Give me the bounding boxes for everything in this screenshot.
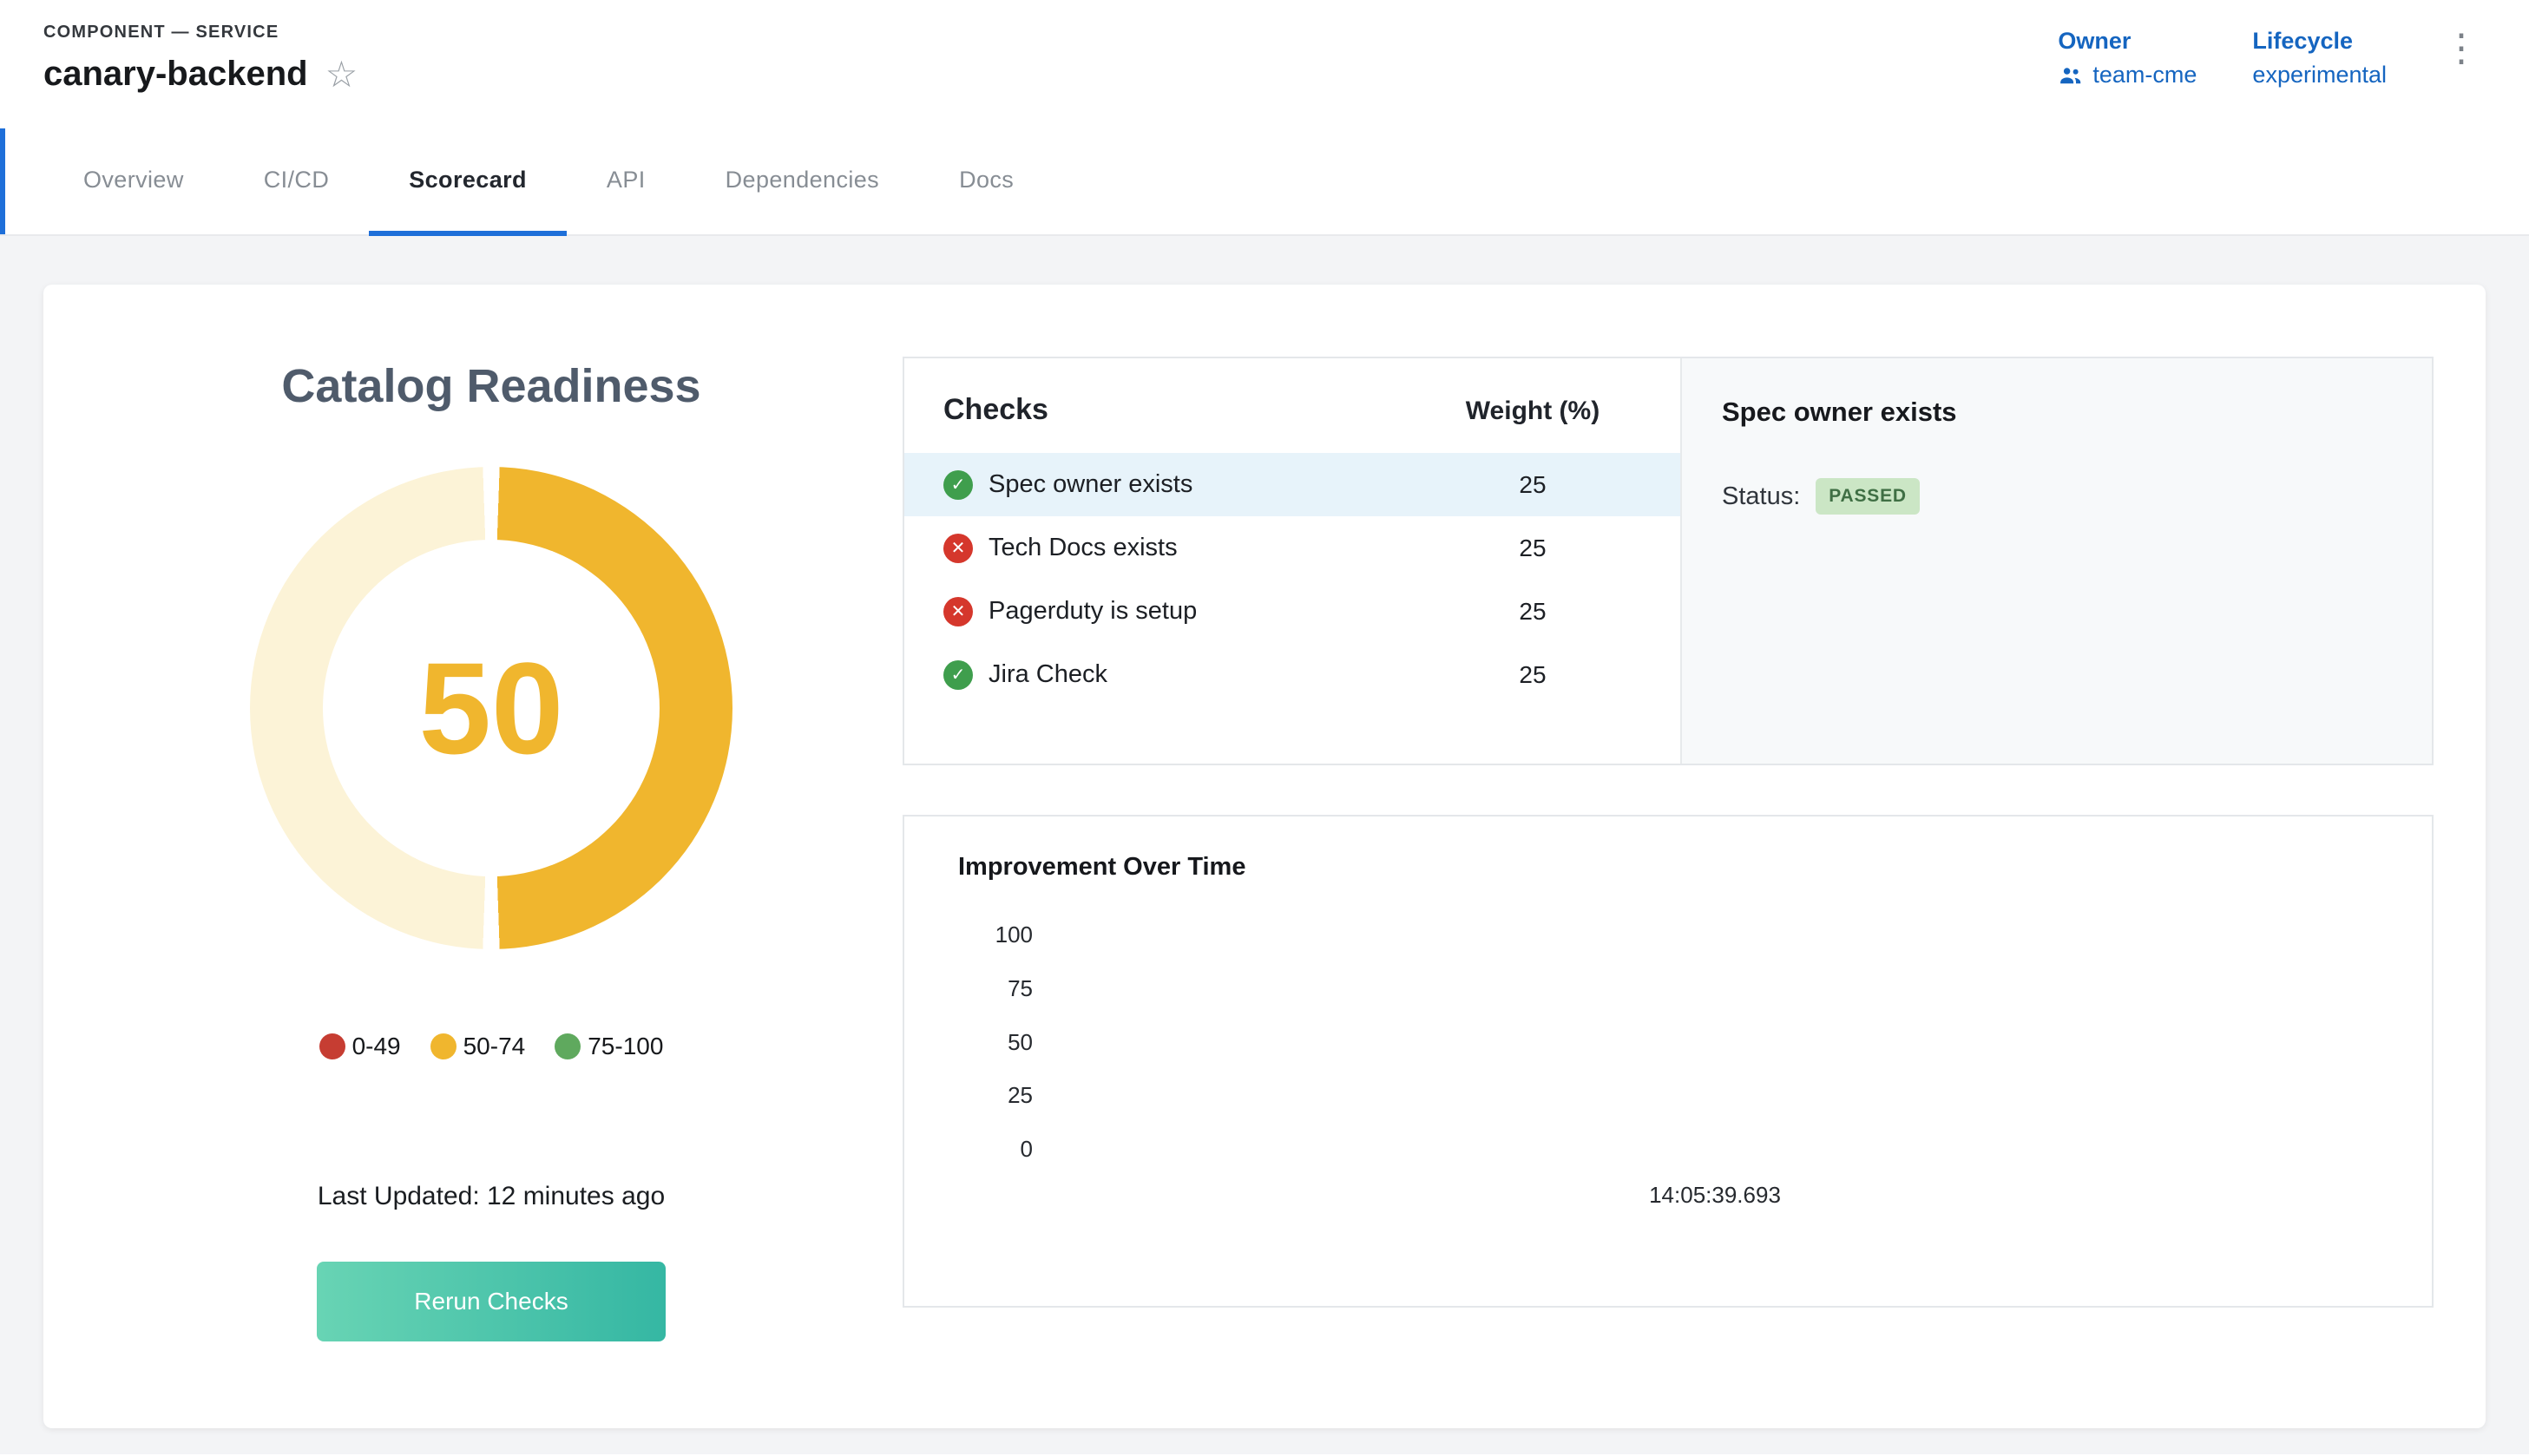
checks-heading: Checks (943, 393, 1429, 427)
x-tick-label: 14:05:39.693 (1649, 1182, 1781, 1208)
legend-item-low: 0-49 (319, 1033, 401, 1060)
y-tick-label: 50 (958, 1029, 1033, 1056)
tab-dependencies[interactable]: Dependencies (686, 128, 919, 236)
check-passed-icon: ✓ (943, 470, 973, 500)
check-label: Pagerduty is setup (989, 597, 1429, 626)
owner-value: team-cme (2092, 62, 2197, 89)
gauge-title: Catalog Readiness (281, 359, 700, 413)
improvement-chart-title: Improvement Over Time (958, 853, 2397, 882)
plot-area (1033, 921, 2397, 1163)
tab-api[interactable]: API (567, 128, 686, 236)
page-title: canary-backend (43, 55, 308, 94)
legend-item-high: 75-100 (555, 1033, 663, 1060)
x-axis: 14:05:39.693 (1033, 1182, 2397, 1209)
legend-label: 50-74 (463, 1033, 526, 1060)
check-detail-pane: Spec owner exists Status: PASSED (1680, 358, 2432, 764)
tab-cicd[interactable]: CI/CD (224, 128, 370, 236)
group-icon (2058, 62, 2084, 89)
check-detail-title: Spec owner exists (1722, 397, 2392, 428)
legend-label: 75-100 (588, 1033, 663, 1060)
owner-label: Owner (2058, 28, 2197, 55)
check-status-row: Status: PASSED (1722, 478, 2392, 515)
score-value: 50 (419, 633, 564, 784)
entity-kind-label: COMPONENT — SERVICE (43, 23, 358, 43)
owner-block: Owner team-cme (2058, 28, 2197, 128)
favorite-star-icon[interactable]: ☆ (325, 56, 358, 93)
check-row-pagerduty[interactable]: ✕ Pagerduty is setup 25 (904, 580, 1680, 643)
scorecard-page: Catalog Readiness 50 0-49 50-74 75-100 (0, 236, 2529, 1454)
legend-dot-green (555, 1033, 581, 1059)
y-tick-label: 75 (958, 975, 1033, 1002)
check-weight: 25 (1429, 471, 1637, 499)
entity-header-right: Owner team-cme Lifecycle experimental ⋮ (2058, 23, 2480, 128)
check-row-jira[interactable]: ✓ Jira Check 25 (904, 643, 1680, 706)
tab-docs[interactable]: Docs (919, 128, 1054, 236)
check-passed-icon: ✓ (943, 660, 973, 690)
last-updated-text: Last Updated: 12 minutes ago (318, 1182, 665, 1211)
legend-label: 0-49 (352, 1033, 401, 1060)
entity-header: COMPONENT — SERVICE canary-backend ☆ Own… (0, 0, 2529, 128)
legend-dot-red (319, 1033, 345, 1059)
status-badge: PASSED (1816, 478, 1920, 515)
checks-section: Checks Weight (%) ✓ Spec owner exists 25… (903, 285, 2486, 1428)
check-failed-icon: ✕ (943, 534, 973, 563)
check-label: Jira Check (989, 660, 1429, 689)
score-donut-chart: 50 (250, 467, 732, 949)
y-tick-label: 100 (958, 921, 1033, 948)
lifecycle-value: experimental (2252, 62, 2387, 89)
lifecycle-block: Lifecycle experimental (2252, 28, 2387, 128)
gauge-section: Catalog Readiness 50 0-49 50-74 75-100 (43, 285, 903, 1428)
check-label: Spec owner exists (989, 470, 1429, 499)
check-failed-icon: ✕ (943, 597, 973, 626)
y-tick-label: 25 (958, 1082, 1033, 1109)
check-weight: 25 (1429, 535, 1637, 562)
checks-panel: Checks Weight (%) ✓ Spec owner exists 25… (903, 357, 2434, 765)
rerun-checks-button[interactable]: Rerun Checks (317, 1262, 666, 1341)
more-options-kebab-icon[interactable]: ⋮ (2442, 30, 2480, 68)
lifecycle-label: Lifecycle (2252, 28, 2387, 55)
scorecard-card: Catalog Readiness 50 0-49 50-74 75-100 (43, 285, 2486, 1428)
check-weight: 25 (1429, 598, 1637, 626)
weight-column-heading: Weight (%) (1429, 397, 1637, 426)
check-weight: 25 (1429, 661, 1637, 689)
status-label: Status: (1722, 482, 1800, 511)
owner-link[interactable]: team-cme (2058, 62, 2197, 89)
checks-header-row: Checks Weight (%) (943, 393, 1637, 427)
tabs-left-accent (0, 128, 5, 234)
tab-overview[interactable]: Overview (43, 128, 224, 236)
check-label: Tech Docs exists (989, 534, 1429, 562)
y-axis: 100 75 50 25 0 (958, 921, 1033, 1163)
entity-tabs: Overview CI/CD Scorecard API Dependencie… (0, 128, 2529, 236)
score-legend: 0-49 50-74 75-100 (319, 1033, 664, 1060)
check-row-spec-owner[interactable]: ✓ Spec owner exists 25 (904, 453, 1680, 516)
entity-header-left: COMPONENT — SERVICE canary-backend ☆ (43, 23, 358, 128)
legend-item-mid: 50-74 (430, 1033, 526, 1060)
donut-hole: 50 (323, 540, 660, 876)
checks-table: Checks Weight (%) ✓ Spec owner exists 25… (904, 358, 1680, 764)
tab-scorecard[interactable]: Scorecard (369, 128, 567, 236)
improvement-chart: 100 75 50 25 0 (958, 921, 2397, 1163)
legend-dot-yellow (430, 1033, 457, 1059)
improvement-panel: Improvement Over Time 100 75 50 25 0 14:… (903, 815, 2434, 1308)
check-row-tech-docs[interactable]: ✕ Tech Docs exists 25 (904, 516, 1680, 580)
y-tick-label: 0 (958, 1136, 1033, 1163)
